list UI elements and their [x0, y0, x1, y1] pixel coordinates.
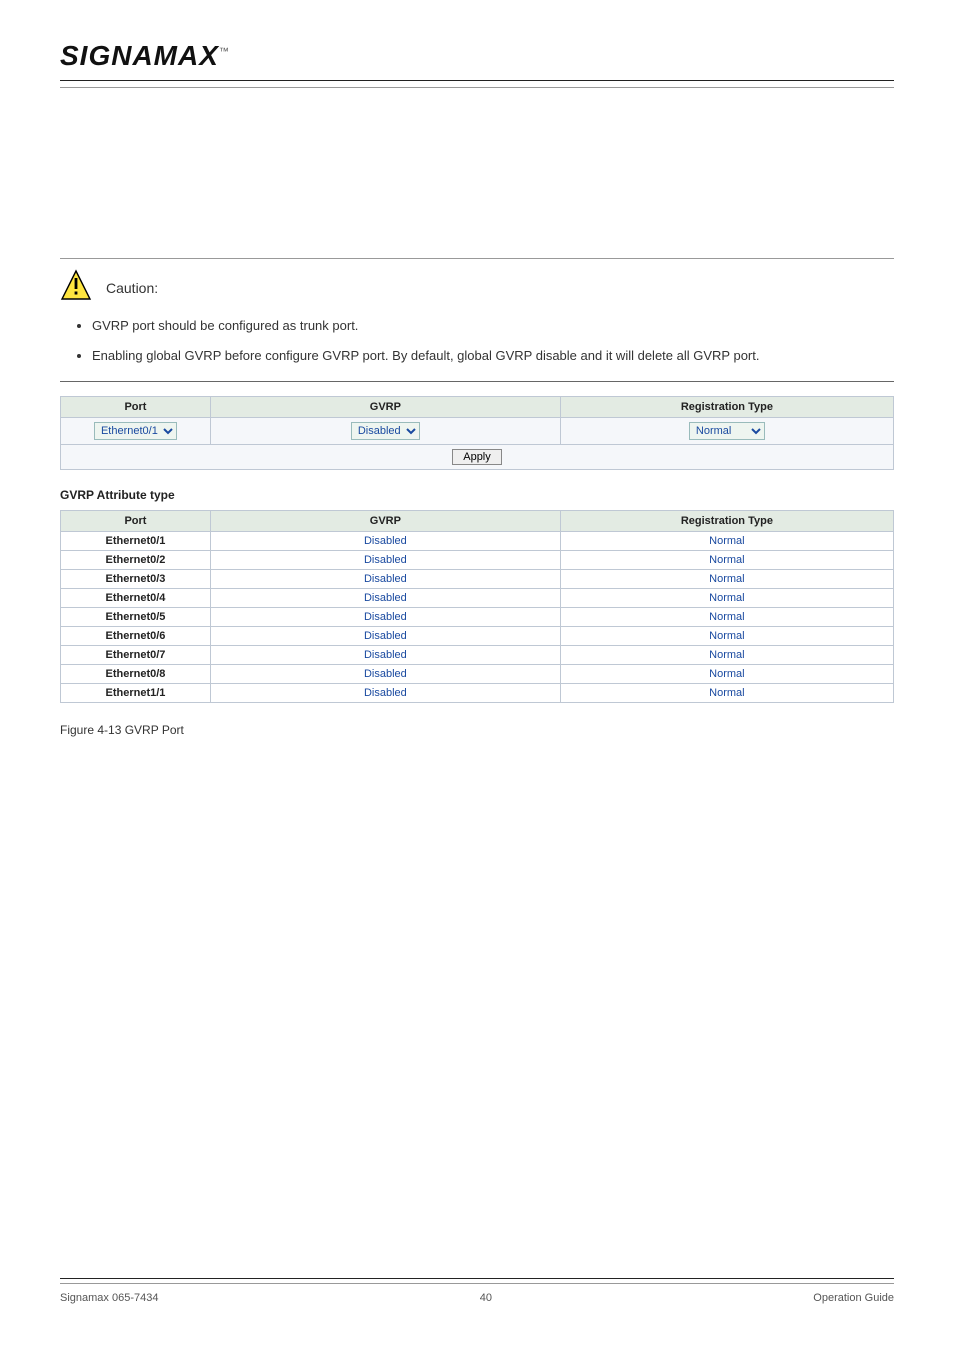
- caution-top-divider: [60, 258, 894, 259]
- table-row: Ethernet0/7DisabledNormal: [61, 646, 894, 665]
- table-row: Ethernet0/5DisabledNormal: [61, 608, 894, 627]
- table-row: Ethernet0/8DisabledNormal: [61, 665, 894, 684]
- attr-cell-port: Ethernet1/1: [61, 684, 211, 703]
- attr-cell-regtype: Normal: [560, 570, 893, 589]
- attr-cell-port: Ethernet0/4: [61, 589, 211, 608]
- caution-bottom-divider: [60, 381, 894, 382]
- gvrp-config-table: Port GVRP Registration Type Ethernet0/1E…: [60, 396, 894, 470]
- attr-header-port: Port: [61, 511, 211, 532]
- caution-bullet: GVRP port should be configured as trunk …: [92, 316, 894, 336]
- attr-cell-gvrp: Disabled: [210, 608, 560, 627]
- attr-cell-regtype: Normal: [560, 665, 893, 684]
- attr-cell-gvrp: Disabled: [210, 665, 560, 684]
- config-header-port: Port: [61, 397, 211, 418]
- brand-logo: SIGNAMAX™: [60, 40, 894, 80]
- header-divider-light: [60, 87, 894, 88]
- table-row: Ethernet0/6DisabledNormal: [61, 627, 894, 646]
- regtype-select[interactable]: NormalFixedForbidden: [689, 422, 765, 440]
- footer-page-number: 40: [480, 1292, 492, 1304]
- figure-caption: Figure 4-13 GVRP Port: [60, 723, 894, 737]
- attr-cell-port: Ethernet0/8: [61, 665, 211, 684]
- attr-cell-port: Ethernet0/3: [61, 570, 211, 589]
- table-row: Ethernet0/1DisabledNormal: [61, 532, 894, 551]
- header-divider-dark: [60, 80, 894, 81]
- caution-icon: [60, 269, 92, 306]
- attr-cell-port: Ethernet0/6: [61, 627, 211, 646]
- config-header-gvrp: GVRP: [210, 397, 560, 418]
- attr-cell-gvrp: Disabled: [210, 551, 560, 570]
- gvrp-attribute-table: Port GVRP Registration Type Ethernet0/1D…: [60, 510, 894, 703]
- config-header-regtype: Registration Type: [560, 397, 893, 418]
- brand-logo-text: SIGNAMAX: [60, 40, 219, 71]
- attr-cell-port: Ethernet0/5: [61, 608, 211, 627]
- footer-divider-dark: [60, 1278, 894, 1279]
- attr-cell-regtype: Normal: [560, 551, 893, 570]
- attr-cell-gvrp: Disabled: [210, 646, 560, 665]
- section-title-gvrp-attr: GVRP Attribute type: [60, 488, 894, 502]
- apply-button[interactable]: Apply: [452, 449, 502, 465]
- attr-cell-regtype: Normal: [560, 627, 893, 646]
- port-select[interactable]: Ethernet0/1Ethernet0/2Ethernet0/3Etherne…: [94, 422, 177, 440]
- caution-bullet: Enabling global GVRP before configure GV…: [92, 346, 894, 366]
- attr-header-regtype: Registration Type: [560, 511, 893, 532]
- footer-product: Signamax 065-7434: [60, 1292, 158, 1304]
- attr-cell-port: Ethernet0/1: [61, 532, 211, 551]
- table-row: Ethernet0/2DisabledNormal: [61, 551, 894, 570]
- attr-cell-regtype: Normal: [560, 589, 893, 608]
- attr-cell-gvrp: Disabled: [210, 627, 560, 646]
- attr-cell-regtype: Normal: [560, 532, 893, 551]
- config-port-cell: Ethernet0/1Ethernet0/2Ethernet0/3Etherne…: [61, 418, 211, 445]
- caution-block: Caution:: [60, 269, 894, 306]
- config-regtype-cell: NormalFixedForbidden: [560, 418, 893, 445]
- attr-cell-gvrp: Disabled: [210, 684, 560, 703]
- caution-label: Caution:: [106, 280, 158, 296]
- attr-header-gvrp: GVRP: [210, 511, 560, 532]
- attr-cell-port: Ethernet0/7: [61, 646, 211, 665]
- attr-cell-regtype: Normal: [560, 646, 893, 665]
- table-row: Ethernet1/1DisabledNormal: [61, 684, 894, 703]
- page-footer: Signamax 065-7434 40 Operation Guide: [60, 1278, 894, 1304]
- table-row: Ethernet0/3DisabledNormal: [61, 570, 894, 589]
- trademark-symbol: ™: [219, 47, 230, 58]
- config-gvrp-cell: DisabledEnabled: [210, 418, 560, 445]
- footer-divider-light: [60, 1283, 894, 1284]
- table-row: Ethernet0/4DisabledNormal: [61, 589, 894, 608]
- gvrp-select[interactable]: DisabledEnabled: [351, 422, 420, 440]
- attr-cell-port: Ethernet0/2: [61, 551, 211, 570]
- attr-cell-regtype: Normal: [560, 608, 893, 627]
- attr-cell-gvrp: Disabled: [210, 570, 560, 589]
- caution-bullet-list: GVRP port should be configured as trunk …: [70, 316, 894, 365]
- footer-guide-label: Operation Guide: [813, 1292, 894, 1304]
- apply-row: Apply: [61, 445, 894, 470]
- attr-cell-regtype: Normal: [560, 684, 893, 703]
- attr-cell-gvrp: Disabled: [210, 532, 560, 551]
- attr-cell-gvrp: Disabled: [210, 589, 560, 608]
